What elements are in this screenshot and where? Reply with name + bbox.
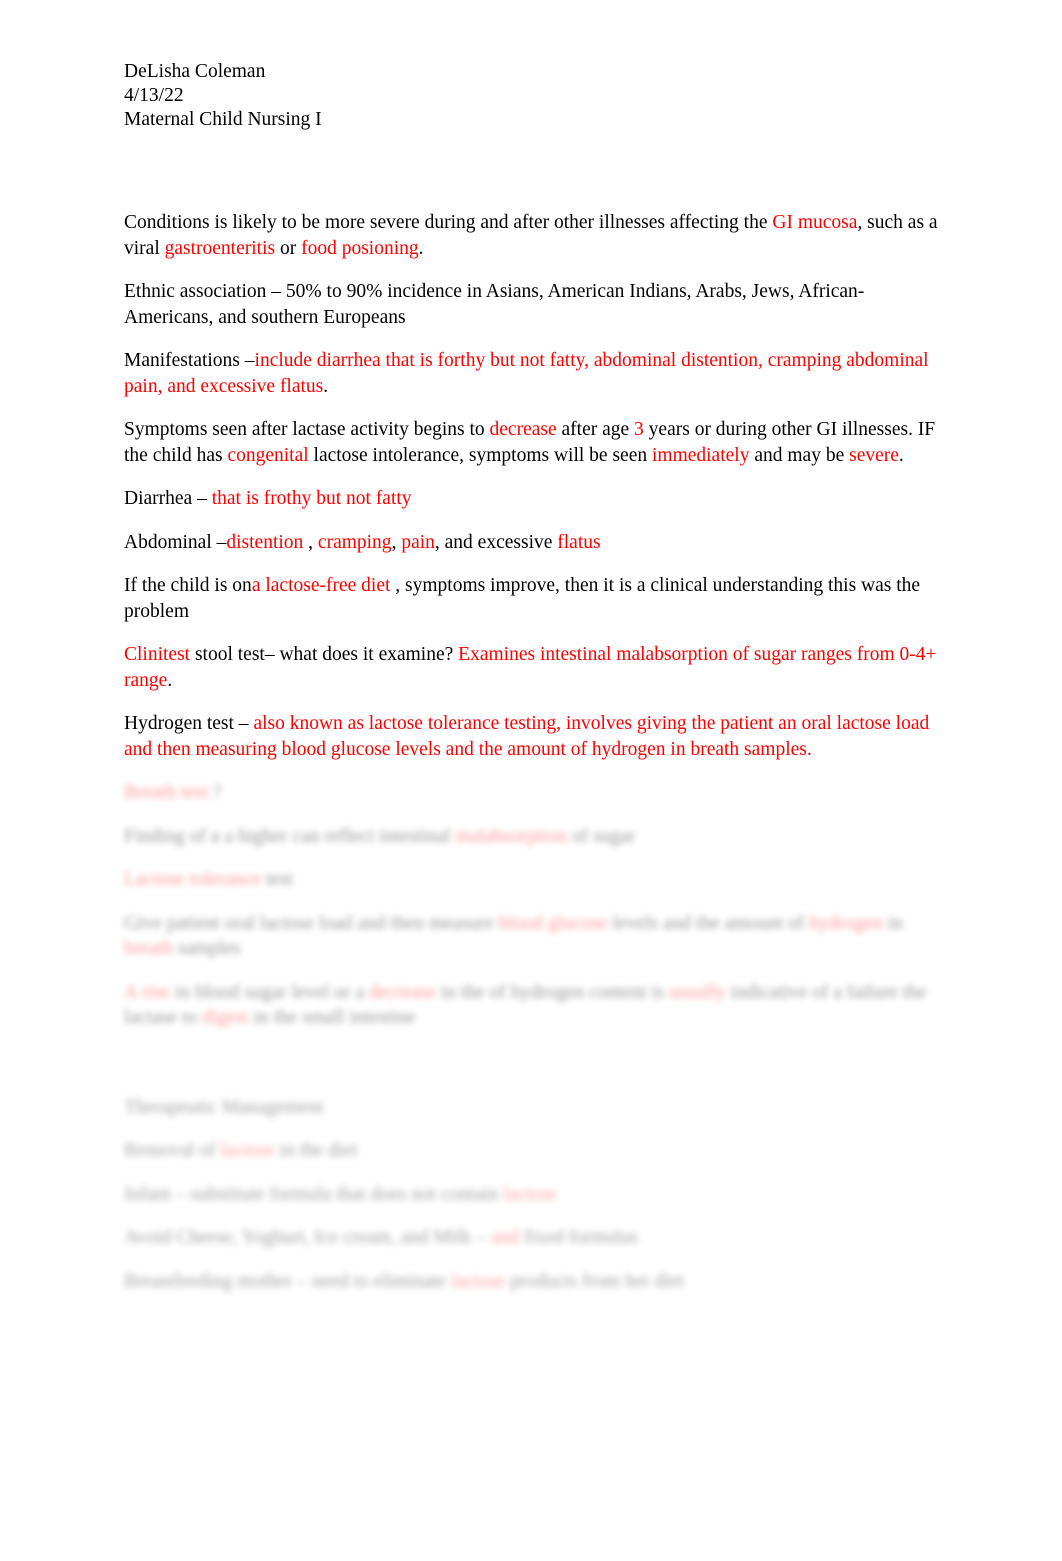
obscured-paragraph-obscured-3: Lactose tolerance test <box>124 867 942 893</box>
text-run-highlight: congenital <box>227 444 309 466</box>
obscured-paragraph-obscured-7: Infant – substitute formula that does no… <box>124 1182 942 1208</box>
obscured-paragraph-obscured-5: A rise in blood sugar level or a decreas… <box>124 980 942 1031</box>
text-run-highlight: a lactose-free diet <box>251 575 391 596</box>
text-run-highlight: Clinitest <box>124 644 191 665</box>
text-run-highlight: pain <box>401 531 435 553</box>
text-run-body: . <box>167 669 173 691</box>
text-run-body: fixed formulas <box>518 1227 639 1248</box>
text-run-body: Diarrhea – <box>124 488 212 509</box>
obscured-paragraph-obscured-8: Avoid Cheese, Yoghurt, Ice cream, and Mi… <box>124 1225 942 1251</box>
document-body: DeLisha Coleman 4/13/22 Maternal Child N… <box>124 60 942 1312</box>
paragraph-lactose-free-diet: If the child is ona lactose-free diet , … <box>124 573 942 624</box>
text-run-highlight: A rise <box>124 981 171 1003</box>
header-spacer <box>124 132 942 210</box>
text-run-body: in <box>882 912 903 934</box>
paragraph-diarrhea: Diarrhea – that is frothy but not fatty <box>124 486 942 512</box>
text-run-body: Breastfeeding mother – need to eliminate <box>124 1270 452 1292</box>
text-run-body: , <box>391 531 402 553</box>
text-run-body: Manifestations – <box>124 350 255 371</box>
text-run-body: If the child is on <box>124 575 252 596</box>
text-run-highlight: food posioning <box>301 237 419 259</box>
paragraph-clinitest: Clinitest stool test– what does it exami… <box>124 642 942 693</box>
text-run-highlight: lactose <box>220 1140 275 1161</box>
text-run-highlight: blood glucose <box>498 912 608 934</box>
paragraph-conditions: Conditions is likely to be more severe d… <box>124 210 942 261</box>
paragraph-abdominal: Abdominal –distention , cramping, pain, … <box>124 530 942 556</box>
text-run-body: Give patient oral lactose load and then … <box>124 912 499 934</box>
text-run-body: test <box>260 869 293 890</box>
text-run-body: samples <box>172 938 241 959</box>
text-run-highlight: Lactose tolerance <box>124 869 261 890</box>
header-author: DeLisha Coleman <box>124 61 266 82</box>
text-run-body: in the small intestine <box>248 1007 416 1028</box>
text-run-body: and may be <box>749 444 850 466</box>
text-run-highlight: lactose <box>503 1183 558 1205</box>
text-run-body: Conditions is likely to be more severe d… <box>124 212 773 233</box>
text-run-body: . <box>898 444 904 466</box>
obscured-section-gap <box>124 1049 942 1095</box>
text-run-body: in blood sugar level or a <box>170 981 369 1003</box>
text-run-body: after age <box>556 419 635 440</box>
text-run-highlight: flatus <box>557 531 601 553</box>
text-run-highlight: GI mucosa <box>772 212 858 233</box>
text-run-body: levels and the amount of <box>607 912 810 934</box>
text-run-body: lactose intolerance, symptoms will be se… <box>308 444 652 466</box>
text-run-highlight: malabsorption <box>455 825 567 847</box>
text-run-body: products from her diet <box>505 1270 684 1292</box>
text-run-highlight: decrease <box>489 419 557 440</box>
text-run-highlight: decrease <box>368 981 436 1003</box>
header-date: 4/13/22 <box>124 85 184 106</box>
text-run-body: . <box>323 375 329 397</box>
text-run-body: . <box>418 237 424 259</box>
paragraph-symptoms-onset: Symptoms seen after lactase activity beg… <box>124 417 942 468</box>
obscured-management-heading: Therapeutic Management <box>124 1096 324 1118</box>
text-run-body: , <box>303 531 318 553</box>
text-run-body: Hydrogen test – <box>124 713 254 734</box>
text-run-highlight: that is frothy but not fatty <box>211 488 412 509</box>
text-run-body: Abdominal – <box>124 531 227 553</box>
text-run-highlight: Breath test <box>124 782 208 803</box>
text-run-highlight: usually <box>669 981 726 1003</box>
text-run-body: Infant – substitute formula that does no… <box>124 1183 504 1205</box>
text-run-body: in the of hydrogen content is <box>435 981 670 1003</box>
text-run-body: of sugar <box>566 825 636 847</box>
text-run-highlight: cramping <box>317 531 392 553</box>
text-run-body: Finding of a a higher can reflect intest… <box>124 825 456 847</box>
text-run-highlight: and <box>490 1227 519 1248</box>
document-page: DeLisha Coleman 4/13/22 Maternal Child N… <box>0 0 1062 1561</box>
text-run-body: stool test– what does it examine? <box>190 644 459 665</box>
obscured-paragraph-obscured-4: Give patient oral lactose load and then … <box>124 911 942 962</box>
text-run-body: Removal of <box>124 1140 221 1161</box>
document-header: DeLisha Coleman 4/13/22 Maternal Child N… <box>124 60 942 132</box>
text-run-body: , and excessive <box>434 531 558 553</box>
text-run-body: Symptoms seen after lactase activity beg… <box>124 419 490 440</box>
text-run-body: in the diet <box>274 1140 358 1161</box>
obscured-paragraph-obscured-1: Breath test ? <box>124 780 942 806</box>
obscured-paragraph-obscured-9: Breastfeeding mother – need to eliminate… <box>124 1269 942 1295</box>
text-run-highlight: severe <box>849 444 899 466</box>
paragraph-hydrogen-test: Hydrogen test – also known as lactose to… <box>124 711 942 762</box>
obscured-management-section: Therapeutic Management Removal of lactose… <box>124 1095 942 1295</box>
header-course: Maternal Child Nursing I <box>124 109 322 130</box>
text-run-body: or <box>275 237 302 259</box>
text-run-body: Avoid Cheese, Yoghurt, Ice cream, and Mi… <box>124 1227 491 1248</box>
text-run-body: ? <box>207 782 222 803</box>
obscured-paragraph-obscured-2: Finding of a a higher can reflect intest… <box>124 824 942 850</box>
text-run-highlight: hydrogen <box>809 912 883 934</box>
text-run-highlight: distention <box>226 531 304 553</box>
obscured-notes-section: Breath test ? Finding of a a higher can r… <box>124 780 942 1031</box>
text-run-body: Ethnic association – 50% to 90% incidenc… <box>124 281 865 328</box>
text-run-highlight: digest <box>201 1007 249 1028</box>
text-run-highlight: breath <box>124 938 173 959</box>
paragraph-list: Conditions is likely to be more severe d… <box>124 210 942 762</box>
paragraph-ethnic-association: Ethnic association – 50% to 90% incidenc… <box>124 279 942 330</box>
text-run-highlight: 3 <box>634 419 644 440</box>
text-run-highlight: gastroenteritis <box>164 237 276 259</box>
text-run-highlight: immediately <box>651 444 750 466</box>
text-run-highlight: lactose <box>451 1270 506 1292</box>
paragraph-manifestations: Manifestations –include diarrhea that is… <box>124 348 942 399</box>
obscured-paragraph-obscured-6: Removal of lactose in the diet <box>124 1138 942 1164</box>
